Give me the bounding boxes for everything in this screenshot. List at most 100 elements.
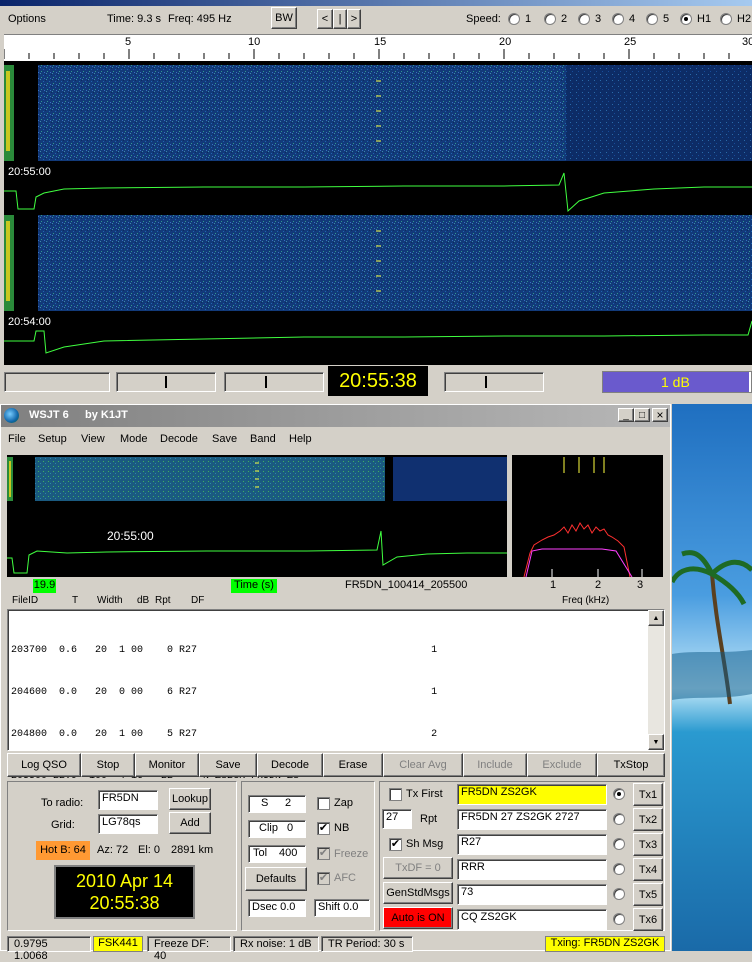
clear-avg-button[interactable]: Clear Avg <box>383 753 463 777</box>
scroll-up-arrow-icon[interactable]: ▲ <box>648 610 664 626</box>
tx2-message[interactable]: FR5DN 27 ZS2GK 2727 <box>457 809 607 830</box>
scrollbar[interactable]: ▲ ▼ <box>648 610 664 750</box>
col-df: DF <box>191 595 205 606</box>
tx5-radio[interactable] <box>613 888 625 900</box>
app-title: WSJT 6 <box>29 409 69 421</box>
tx1-message[interactable]: FR5DN ZS2GK <box>457 784 607 805</box>
decoded-text-area[interactable]: 203700 0.6 20 1 00 0 R27 1 204600 0.0 20… <box>7 609 665 782</box>
tx1-radio[interactable] <box>613 788 625 800</box>
tx3-radio[interactable] <box>613 838 625 850</box>
tx4-button[interactable]: Tx4 <box>633 858 663 881</box>
nav-mid-button[interactable]: | <box>333 9 347 29</box>
speed-5-label: 5 <box>663 13 670 25</box>
auto-on-button[interactable]: Auto is ON <box>383 907 453 929</box>
speed-h1-radio[interactable] <box>680 13 692 25</box>
menu-band[interactable]: Band <box>250 433 276 445</box>
tol-field[interactable]: Tol 400 <box>248 845 306 863</box>
nav-next-button[interactable]: > <box>347 9 361 29</box>
options-menu[interactable]: Options <box>8 13 46 25</box>
scroll-down-arrow-icon[interactable]: ▼ <box>648 734 664 750</box>
menu-mode[interactable]: Mode <box>120 433 148 445</box>
freeze-checkbox[interactable]: ✔ <box>317 847 330 860</box>
lookup-button[interactable]: Lookup <box>169 788 211 810</box>
speed-2-radio[interactable] <box>544 13 556 25</box>
zap-checkbox[interactable] <box>317 797 330 810</box>
tx-first-checkbox[interactable] <box>389 788 402 801</box>
speed-h2-radio[interactable] <box>720 13 732 25</box>
tx6-button[interactable]: Tx6 <box>633 908 663 931</box>
tx3-message[interactable]: R27 <box>457 834 607 855</box>
slider-1[interactable] <box>116 372 216 392</box>
dsec-field[interactable]: Dsec 0.0 <box>248 899 306 917</box>
grid-input[interactable]: LG78qs <box>98 814 158 834</box>
log-qso-button[interactable]: Log QSO <box>7 753 81 777</box>
tx2-radio[interactable] <box>613 813 625 825</box>
speed-h1-label: H1 <box>697 13 712 25</box>
shift-field[interactable]: Shift 0.0 <box>314 899 370 917</box>
maximize-button[interactable]: □ <box>634 408 650 422</box>
speed-3-radio[interactable] <box>578 13 590 25</box>
speed-4-radio[interactable] <box>612 13 624 25</box>
close-button[interactable]: × <box>652 408 668 422</box>
exclude-button[interactable]: Exclude <box>527 753 597 777</box>
s-field[interactable]: S2 <box>248 795 306 813</box>
speed-1-radio[interactable] <box>508 13 520 25</box>
status-freeze-df: Freeze DF: 40 <box>147 936 231 962</box>
status-bar: 0.9795 1.0068 FSK441 Freeze DF: 40 Rx no… <box>1 934 670 962</box>
txstop-button[interactable]: TxStop <box>597 753 665 777</box>
menu-help[interactable]: Help <box>289 433 312 445</box>
plot-time: 20:55:00 <box>107 529 154 543</box>
monitor-button[interactable]: Monitor <box>135 753 199 777</box>
stop-button[interactable]: Stop <box>81 753 135 777</box>
tx6-radio[interactable] <box>613 913 625 925</box>
tx4-radio[interactable] <box>613 863 625 875</box>
signal-plot[interactable]: 20:55:00 <box>7 455 507 577</box>
clip-field[interactable]: Clip 0 <box>248 820 306 838</box>
menu-decode[interactable]: Decode <box>160 433 198 445</box>
azimuth: Az: 72 <box>97 844 129 856</box>
decode-button[interactable]: Decode <box>257 753 323 777</box>
save-button[interactable]: Save <box>199 753 257 777</box>
plot-file-name: FR5DN_100414_205500 <box>345 579 468 591</box>
erase-button[interactable]: Erase <box>323 753 383 777</box>
gen-std-msgs-button[interactable]: GenStdMsgs <box>383 882 453 904</box>
minimize-button[interactable]: _ <box>618 408 634 422</box>
date-text: 2010 Apr 14 <box>75 871 174 891</box>
waterfall-display[interactable]: 20:55:00 20:54:00 <box>4 61 752 365</box>
txdf-button[interactable]: TxDF = 0 <box>383 857 453 879</box>
tx5-message[interactable]: 73 <box>457 884 607 905</box>
ruler-label: 20 <box>499 36 512 48</box>
to-radio-label: To radio: <box>41 797 84 809</box>
tx2-button[interactable]: Tx2 <box>633 808 663 831</box>
add-button[interactable]: Add <box>169 812 211 834</box>
menu-view[interactable]: View <box>81 433 105 445</box>
col-fileid: FileID <box>12 595 39 606</box>
freq-khz-label: Freq (kHz) <box>562 595 610 606</box>
bw-button[interactable]: BW <box>271 7 297 29</box>
menu-setup[interactable]: Setup <box>38 433 67 445</box>
to-radio-input[interactable]: FR5DN <box>98 790 158 810</box>
freeze-label: Freeze <box>334 848 369 860</box>
tx5-button[interactable]: Tx5 <box>633 883 663 906</box>
spectrum-plot[interactable] <box>512 455 663 578</box>
tx6-message[interactable]: CQ ZS2GK <box>457 909 607 930</box>
top-status-bar: 20:55:38 1 dB <box>0 366 752 398</box>
slider-2[interactable] <box>224 372 324 392</box>
afc-checkbox[interactable]: ✔ <box>317 872 330 885</box>
defaults-button[interactable]: Defaults <box>245 867 307 891</box>
menu-save[interactable]: Save <box>212 433 237 445</box>
plot-left-value: 19.9 <box>33 579 56 593</box>
col-db: dB <box>137 595 150 606</box>
sh-msg-checkbox[interactable]: ✔ <box>389 838 402 851</box>
menu-file[interactable]: File <box>8 433 26 445</box>
include-button[interactable]: Include <box>463 753 527 777</box>
nav-prev-button[interactable]: < <box>317 9 333 29</box>
tx1-button[interactable]: Tx1 <box>633 783 663 806</box>
speed-5-radio[interactable] <box>646 13 658 25</box>
rpt-input[interactable]: 27 <box>382 809 412 829</box>
nb-checkbox[interactable]: ✔ <box>317 822 330 835</box>
slider-3[interactable] <box>444 372 544 392</box>
speed-label: Speed: <box>466 13 501 25</box>
tx3-button[interactable]: Tx3 <box>633 833 663 856</box>
tx4-message[interactable]: RRR <box>457 859 607 880</box>
